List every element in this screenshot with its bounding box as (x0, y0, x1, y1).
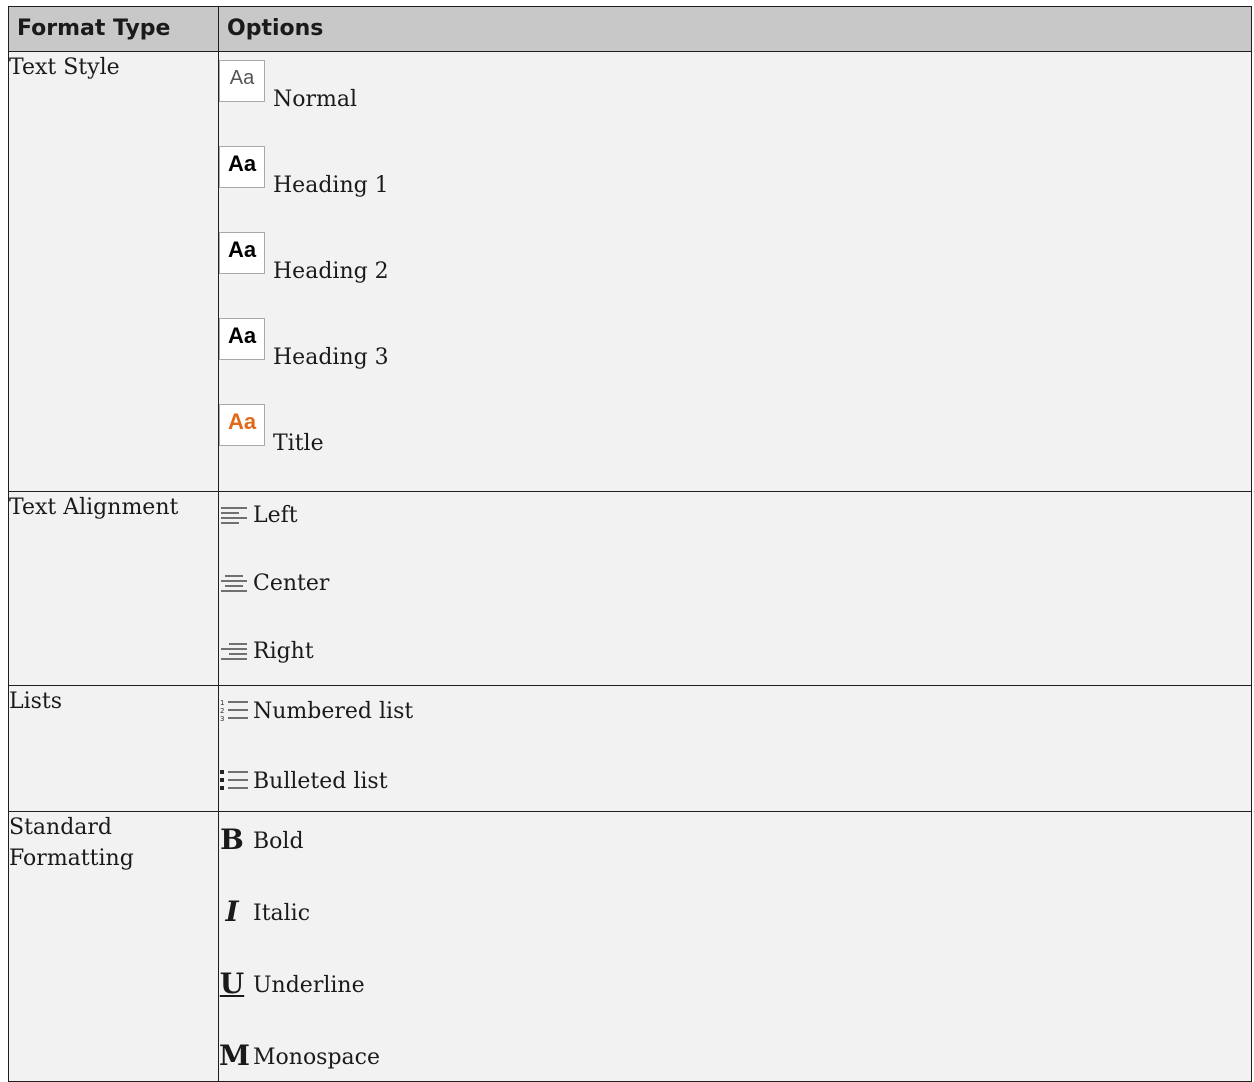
italic-icon: I (225, 895, 239, 928)
format-type-cell: Lists (8, 685, 219, 812)
text-style-normal-icon: Aa (219, 60, 265, 102)
option-numbered-list: 123 Numbered list (219, 698, 1251, 724)
svg-text:1: 1 (220, 699, 224, 707)
table-row-standard-formatting: Standard Formatting B Bold I Italic U Un… (8, 811, 1252, 1082)
option-label: Underline (253, 973, 365, 998)
underline-icon: U (219, 967, 245, 1000)
option-heading-2: Aa Heading 2 (219, 232, 1251, 284)
option-label: Heading 1 (273, 173, 389, 198)
option-label: Title (273, 431, 324, 456)
svg-text:2: 2 (220, 707, 224, 715)
align-center-icon (219, 572, 249, 596)
numbered-list-icon: 123 (219, 698, 249, 724)
options-cell: B Bold I Italic U Underline M Monospace (218, 811, 1252, 1082)
option-label: Bulleted list (253, 769, 388, 794)
option-label: Center (253, 571, 330, 596)
option-monospace: M Monospace (219, 1042, 1251, 1070)
option-label: Heading 2 (273, 259, 389, 284)
option-bulleted-list: Bulleted list (219, 768, 1251, 794)
options-cell: 123 Numbered list Bulleted list (218, 685, 1252, 812)
bulleted-list-icon (219, 768, 249, 794)
text-style-heading-icon: Aa (219, 318, 265, 360)
bold-icon: B (220, 823, 244, 856)
option-label: Monospace (253, 1045, 381, 1070)
table-header-row: Format Type Options (8, 6, 1252, 52)
option-label: Right (253, 639, 314, 664)
align-right-icon (219, 640, 249, 664)
option-bold: B Bold (219, 826, 1251, 854)
format-options-table: Format Type Options Text Style Aa Normal… (8, 6, 1252, 1082)
option-title: Aa Title (219, 404, 1251, 456)
format-type-cell: Text Alignment (8, 491, 219, 686)
option-heading-1: Aa Heading 1 (219, 146, 1251, 198)
text-style-title-icon: Aa (219, 404, 265, 446)
option-right: Right (219, 640, 1251, 664)
text-style-heading-icon: Aa (219, 232, 265, 274)
table-row-text-alignment: Text Alignment Left Center Right (8, 491, 1252, 686)
option-label: Numbered list (253, 699, 414, 724)
options-cell: Left Center Right (218, 491, 1252, 686)
option-left: Left (219, 504, 1251, 528)
text-style-heading-icon: Aa (219, 146, 265, 188)
table-row-lists: Lists 123 Numbered list Bulleted list (8, 685, 1252, 812)
format-type-cell: Standard Formatting (8, 811, 219, 1082)
options-cell: Aa Normal Aa Heading 1 Aa Heading 2 Aa H… (218, 51, 1252, 492)
option-label: Bold (253, 829, 304, 854)
option-label: Left (253, 503, 298, 528)
format-type-header: Format Type (8, 6, 219, 52)
options-header: Options (218, 6, 1252, 52)
option-label: Heading 3 (273, 345, 389, 370)
svg-text:3: 3 (220, 715, 224, 723)
align-left-icon (219, 504, 249, 528)
option-label: Italic (253, 901, 311, 926)
format-type-cell: Text Style (8, 51, 219, 492)
option-center: Center (219, 572, 1251, 596)
monospace-icon: M (219, 1039, 250, 1072)
option-normal: Aa Normal (219, 60, 1251, 112)
option-underline: U Underline (219, 970, 1251, 998)
option-heading-3: Aa Heading 3 (219, 318, 1251, 370)
option-label: Normal (273, 87, 358, 112)
option-italic: I Italic (219, 898, 1251, 926)
table-row-text-style: Text Style Aa Normal Aa Heading 1 Aa Hea… (8, 51, 1252, 492)
